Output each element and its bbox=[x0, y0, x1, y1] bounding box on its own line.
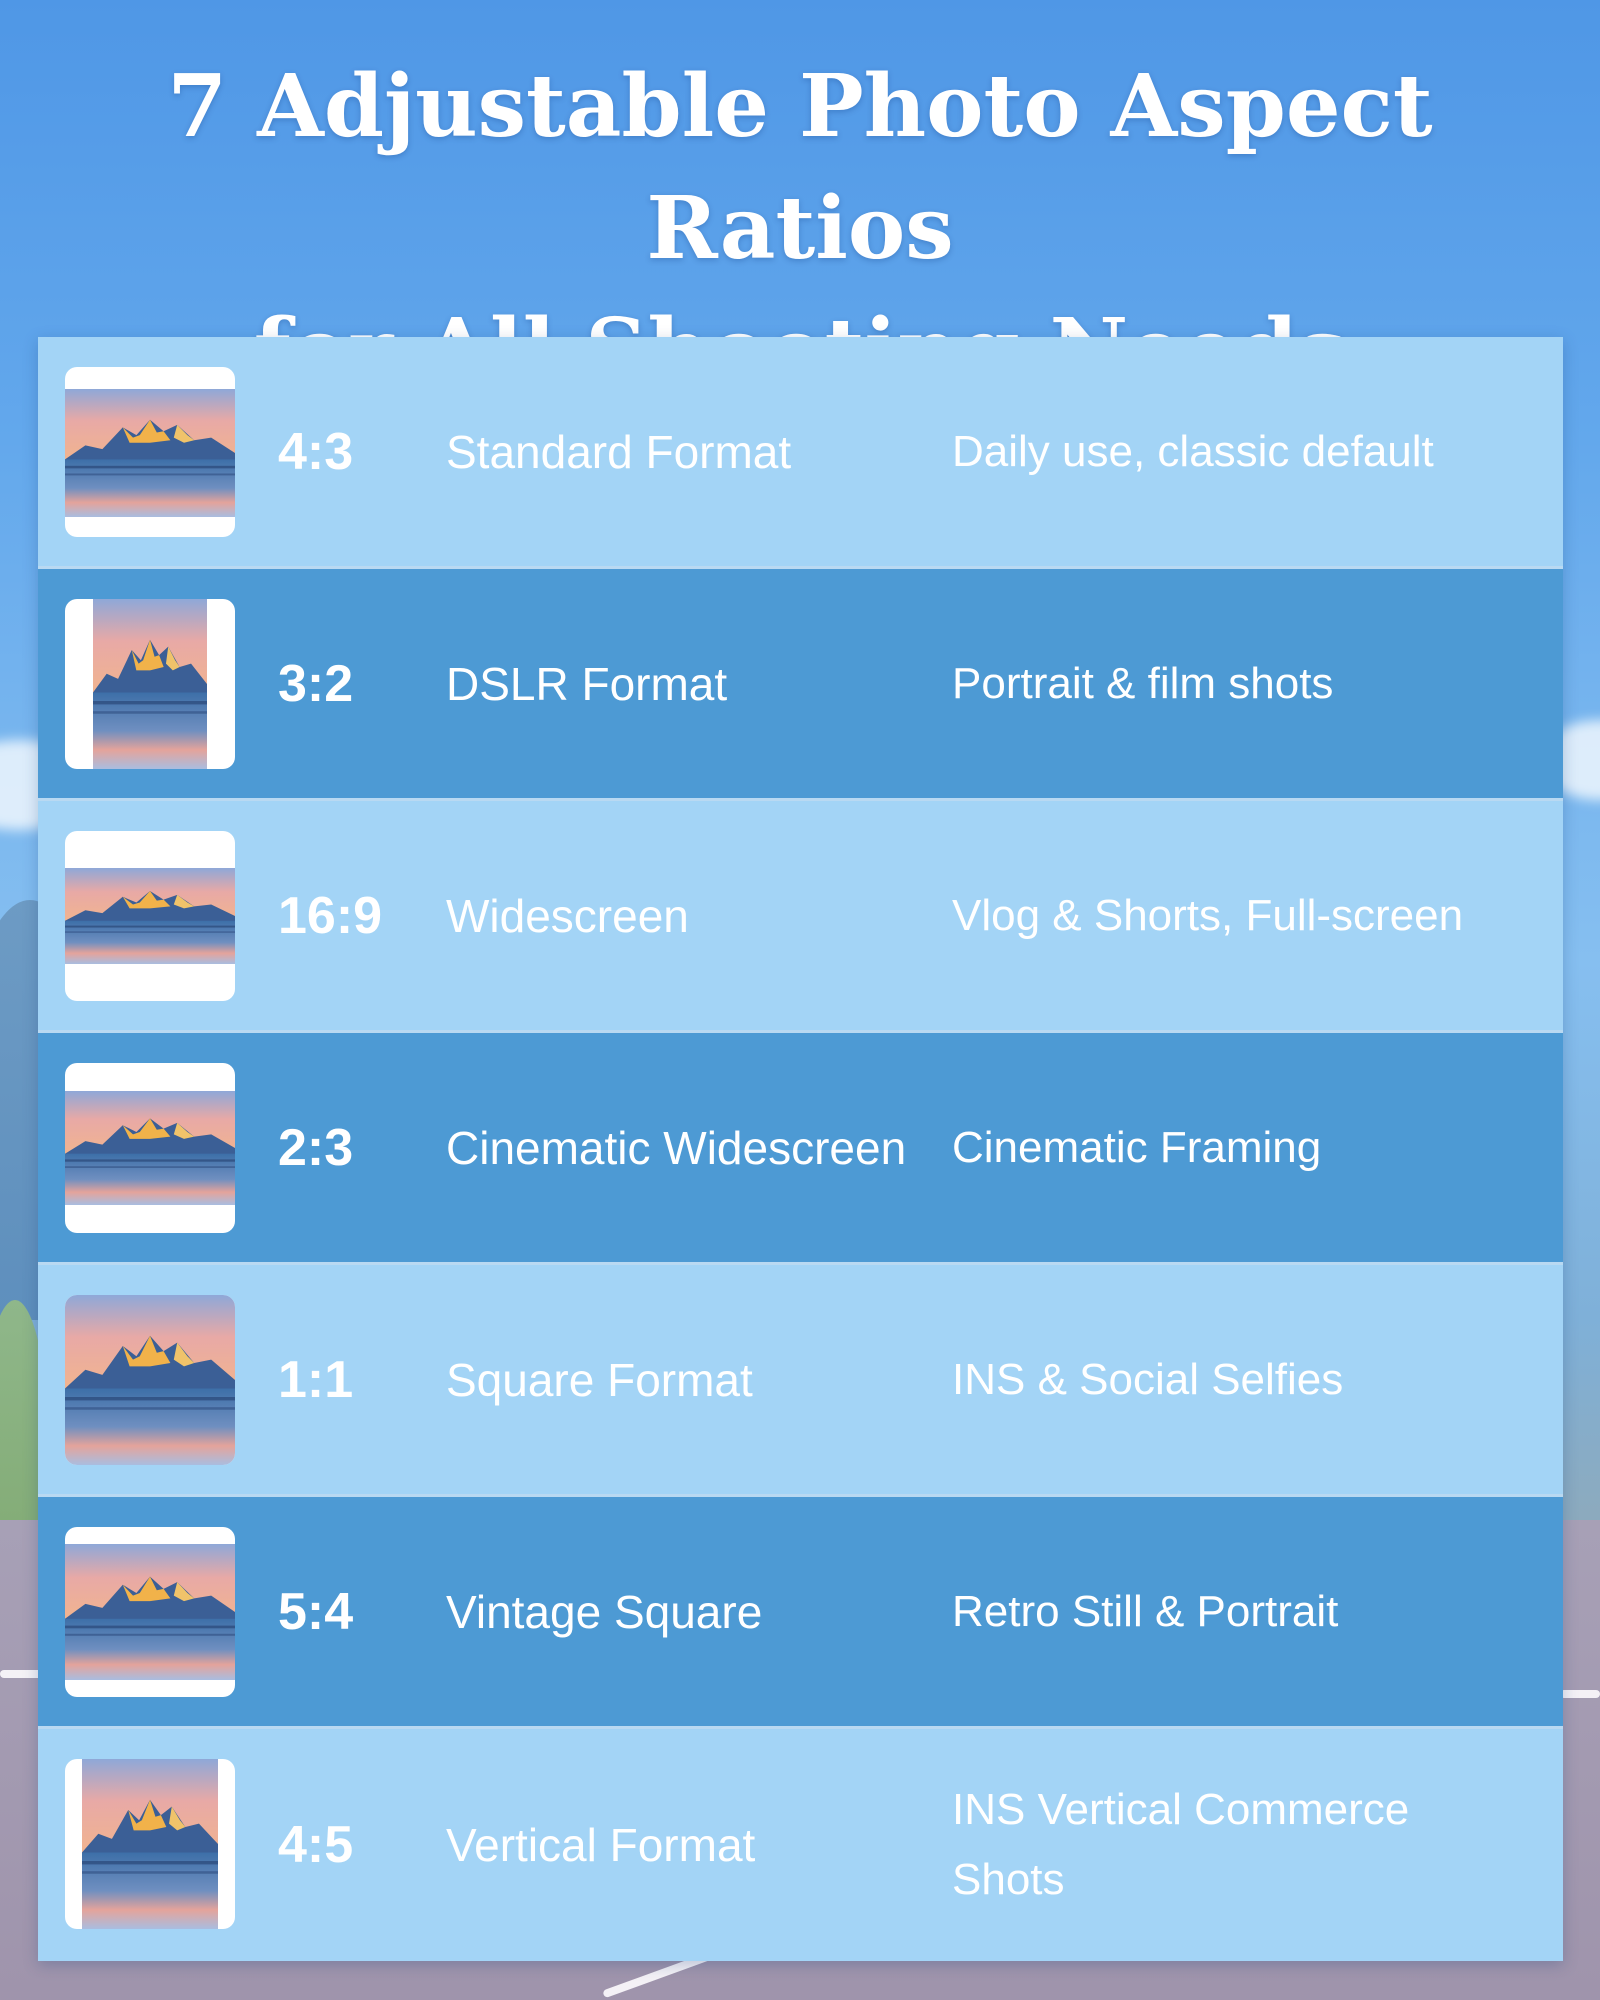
table-row: 1:1 Square Format INS & Social Selfies bbox=[38, 1265, 1563, 1497]
format-description: Portrait & film shots bbox=[952, 658, 1334, 708]
ratio-thumbnail bbox=[65, 1063, 235, 1233]
table-row: 4:3 Standard Format Daily use, classic def… bbox=[38, 337, 1563, 569]
format-description: Daily use, classic default bbox=[952, 426, 1434, 476]
format-description: Retro Still & Portrait bbox=[952, 1586, 1339, 1636]
format-name: DSLR Format bbox=[446, 657, 728, 710]
square-1-1-icon bbox=[65, 1295, 235, 1465]
ratio-thumbnail bbox=[65, 831, 235, 1001]
ratio-value: 16:9 bbox=[278, 886, 383, 945]
format-name: Standard Format bbox=[446, 425, 792, 478]
ratio-value: 4:3 bbox=[278, 422, 354, 481]
table-row: 16:9 Widescreen Vlog & Shorts, Full-screen bbox=[38, 801, 1563, 1033]
aspect-ratio-table: 4:3 Standard Format Daily use, classic def… bbox=[38, 337, 1563, 1961]
format-name: Vertical Format bbox=[446, 1819, 756, 1871]
ratio-value: 2:3 bbox=[278, 1118, 354, 1177]
ratio-thumbnail bbox=[65, 1527, 235, 1697]
landscape-5-4-icon bbox=[65, 1544, 235, 1680]
format-name: Square Format bbox=[446, 1353, 753, 1406]
ratio-thumbnail bbox=[65, 599, 235, 769]
landscape-16-9-icon bbox=[65, 868, 235, 964]
table-row: 2:3 Cinematic Widescreen Cinematic Framing bbox=[38, 1033, 1563, 1265]
format-description: INS Vertical Commerce Shots bbox=[952, 1785, 1410, 1904]
ratio-value: 5:4 bbox=[278, 1582, 354, 1641]
ratio-thumbnail bbox=[65, 1759, 235, 1929]
landscape-3-2-icon bbox=[65, 1091, 235, 1205]
title-line-1: 7 Adjustable Photo Aspect Ratios bbox=[167, 56, 1433, 279]
format-name: Widescreen bbox=[446, 889, 689, 942]
format-description: Cinematic Framing bbox=[952, 1122, 1322, 1172]
ratio-thumbnail bbox=[65, 367, 235, 537]
ratio-value: 1:1 bbox=[278, 1350, 354, 1409]
ratio-value: 3:2 bbox=[278, 654, 354, 713]
table-row: 4:5 Vertical Format INS Vertical Commerce … bbox=[38, 1729, 1563, 1961]
table-row: 3:2 DSLR Format Portrait & film shots bbox=[38, 569, 1563, 801]
portrait-2-3-icon bbox=[93, 599, 207, 769]
format-name: Vintage Square bbox=[446, 1585, 763, 1638]
landscape-4-3-icon bbox=[65, 389, 235, 517]
format-name: Cinematic Widescreen bbox=[446, 1121, 907, 1174]
format-description: INS & Social Selfies bbox=[952, 1354, 1344, 1404]
ratio-value: 4:5 bbox=[278, 1816, 354, 1874]
format-description: Vlog & Shorts, Full-screen bbox=[952, 890, 1464, 940]
table-row: 5:4 Vintage Square Retro Still & Portrait bbox=[38, 1497, 1563, 1729]
portrait-4-5-icon bbox=[82, 1759, 218, 1929]
ratio-thumbnail bbox=[65, 1295, 235, 1465]
